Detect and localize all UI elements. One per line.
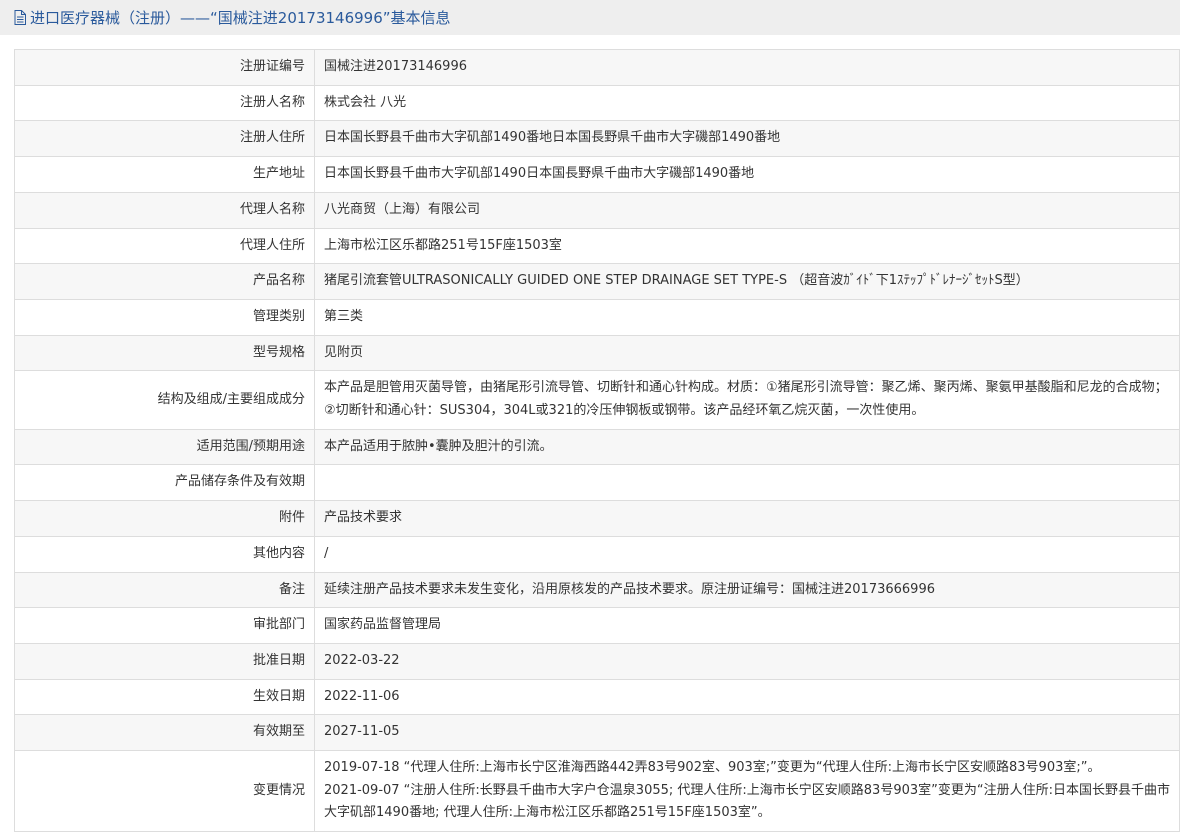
field-label: 备注: [14, 571, 315, 609]
field-label: 生效日期: [14, 678, 315, 716]
table-row: 批准日期 2022-03-22: [14, 642, 1180, 680]
field-label: 有效期至: [14, 714, 315, 752]
field-value: 产品技术要求: [314, 500, 1180, 537]
field-label: 审批部门: [14, 607, 315, 644]
info-table: 注册证编号 国械注进20173146996 注册人名称 株式会社 八光 注册人住所 日本国…: [14, 49, 1180, 832]
change-history: 2019-07-18 “代理人住所:上海市长宁区淮海西路442弄83号902室、…: [314, 750, 1180, 832]
table-row: 管理类别 第三类: [14, 298, 1180, 336]
table-row: 注册人住所 日本国长野县千曲市大字矶部1490番地日本国長野県千曲市大字磯部149…: [14, 120, 1180, 158]
field-value: 第三类: [314, 298, 1180, 336]
table-row: 型号规格 见附页: [14, 334, 1180, 372]
field-label: 变更情况: [14, 750, 315, 832]
field-label: 适用范围/预期用途: [14, 428, 315, 466]
field-label: 结构及组成/主要组成成分: [14, 370, 315, 430]
field-value: 日本国长野县千曲市大字矶部1490日本国長野県千曲市大字磯部1490番地: [314, 156, 1180, 193]
field-value: 国家药品监督管理局: [314, 607, 1180, 644]
table-row: 备注 延续注册产品技术要求未发生变化，沿用原核发的产品技术要求。原注册证编号：国械…: [14, 571, 1180, 609]
table-row: 生效日期 2022-11-06: [14, 678, 1180, 716]
field-label: 批准日期: [14, 642, 315, 680]
field-value: 国械注进20173146996: [314, 49, 1180, 86]
table-row: 生产地址 日本国长野县千曲市大字矶部1490日本国長野県千曲市大字磯部1490番地: [14, 156, 1180, 193]
field-label: 其他内容: [14, 535, 315, 573]
page-title: 进口医疗器械（注册）——“国械注进20173146996”基本信息: [30, 9, 451, 27]
table-row: 产品名称 猪尾引流套管ULTRASONICALLY GUIDED ONE STEP…: [14, 263, 1180, 300]
table-row: 注册证编号 国械注进20173146996: [14, 49, 1180, 86]
field-label: 注册证编号: [14, 49, 315, 86]
table-row: 适用范围/预期用途 本产品适用于脓肿•囊肿及胆汁的引流。: [14, 428, 1180, 466]
field-label: 代理人名称: [14, 191, 315, 229]
field-value: 日本国长野县千曲市大字矶部1490番地日本国長野県千曲市大字磯部1490番地: [314, 120, 1180, 158]
field-label: 注册人住所: [14, 120, 315, 158]
field-value: 八光商贸（上海）有限公司: [314, 191, 1180, 229]
field-value: 2022-03-22: [314, 642, 1180, 680]
page-header: 进口医疗器械（注册）——“国械注进20173146996”基本信息: [0, 0, 1180, 35]
table-row: 审批部门 国家药品监督管理局: [14, 607, 1180, 644]
change-entry: 2019-07-18 “代理人住所:上海市长宁区淮海西路442弄83号902室、…: [324, 760, 1101, 776]
field-value: 株式会社 八光: [314, 84, 1180, 122]
table-row: 其他内容 /: [14, 535, 1180, 573]
table-row: 代理人名称 八光商贸（上海）有限公司: [14, 191, 1180, 229]
field-value: 本产品适用于脓肿•囊肿及胆汁的引流。: [314, 428, 1180, 466]
field-value: 上海市松江区乐都路251号15F座1503室: [314, 227, 1180, 265]
table-row: 产品储存条件及有效期: [14, 464, 1180, 502]
field-label: 生产地址: [14, 156, 315, 193]
change-entry: 2021-09-07 “注册人住所:长野县千曲市大字户仓温泉3055; 代理人住…: [324, 782, 1170, 821]
table-row: 代理人住所 上海市松江区乐都路251号15F座1503室: [14, 227, 1180, 265]
field-value: 2022-11-06: [314, 678, 1180, 716]
field-value: 猪尾引流套管ULTRASONICALLY GUIDED ONE STEP DRA…: [314, 263, 1180, 300]
field-label: 代理人住所: [14, 227, 315, 265]
field-label: 注册人名称: [14, 84, 315, 122]
table-row-changes: 变更情况 2019-07-18 “代理人住所:上海市长宁区淮海西路442弄83号9…: [14, 750, 1180, 832]
field-label: 产品储存条件及有效期: [14, 464, 315, 502]
table-row: 附件 产品技术要求: [14, 500, 1180, 537]
field-label: 附件: [14, 500, 315, 537]
field-value: 见附页: [314, 334, 1180, 372]
table-row: 结构及组成/主要组成成分 本产品是胆管用灭菌导管，由猪尾形引流导管、切断针和通心针…: [14, 370, 1180, 430]
field-label: 产品名称: [14, 263, 315, 300]
field-value: [314, 464, 1180, 502]
field-label: 管理类别: [14, 298, 315, 336]
table-row: 有效期至 2027-11-05: [14, 714, 1180, 752]
field-value: 本产品是胆管用灭菌导管，由猪尾形引流导管、切断针和通心针构成。材质：①猪尾形引流…: [314, 370, 1180, 430]
field-label: 型号规格: [14, 334, 315, 372]
document-icon: [14, 9, 28, 26]
field-value: 2027-11-05: [314, 714, 1180, 752]
field-value: /: [314, 535, 1180, 573]
field-value: 延续注册产品技术要求未发生变化，沿用原核发的产品技术要求。原注册证编号：国械注进…: [314, 571, 1180, 609]
table-row: 注册人名称 株式会社 八光: [14, 84, 1180, 122]
